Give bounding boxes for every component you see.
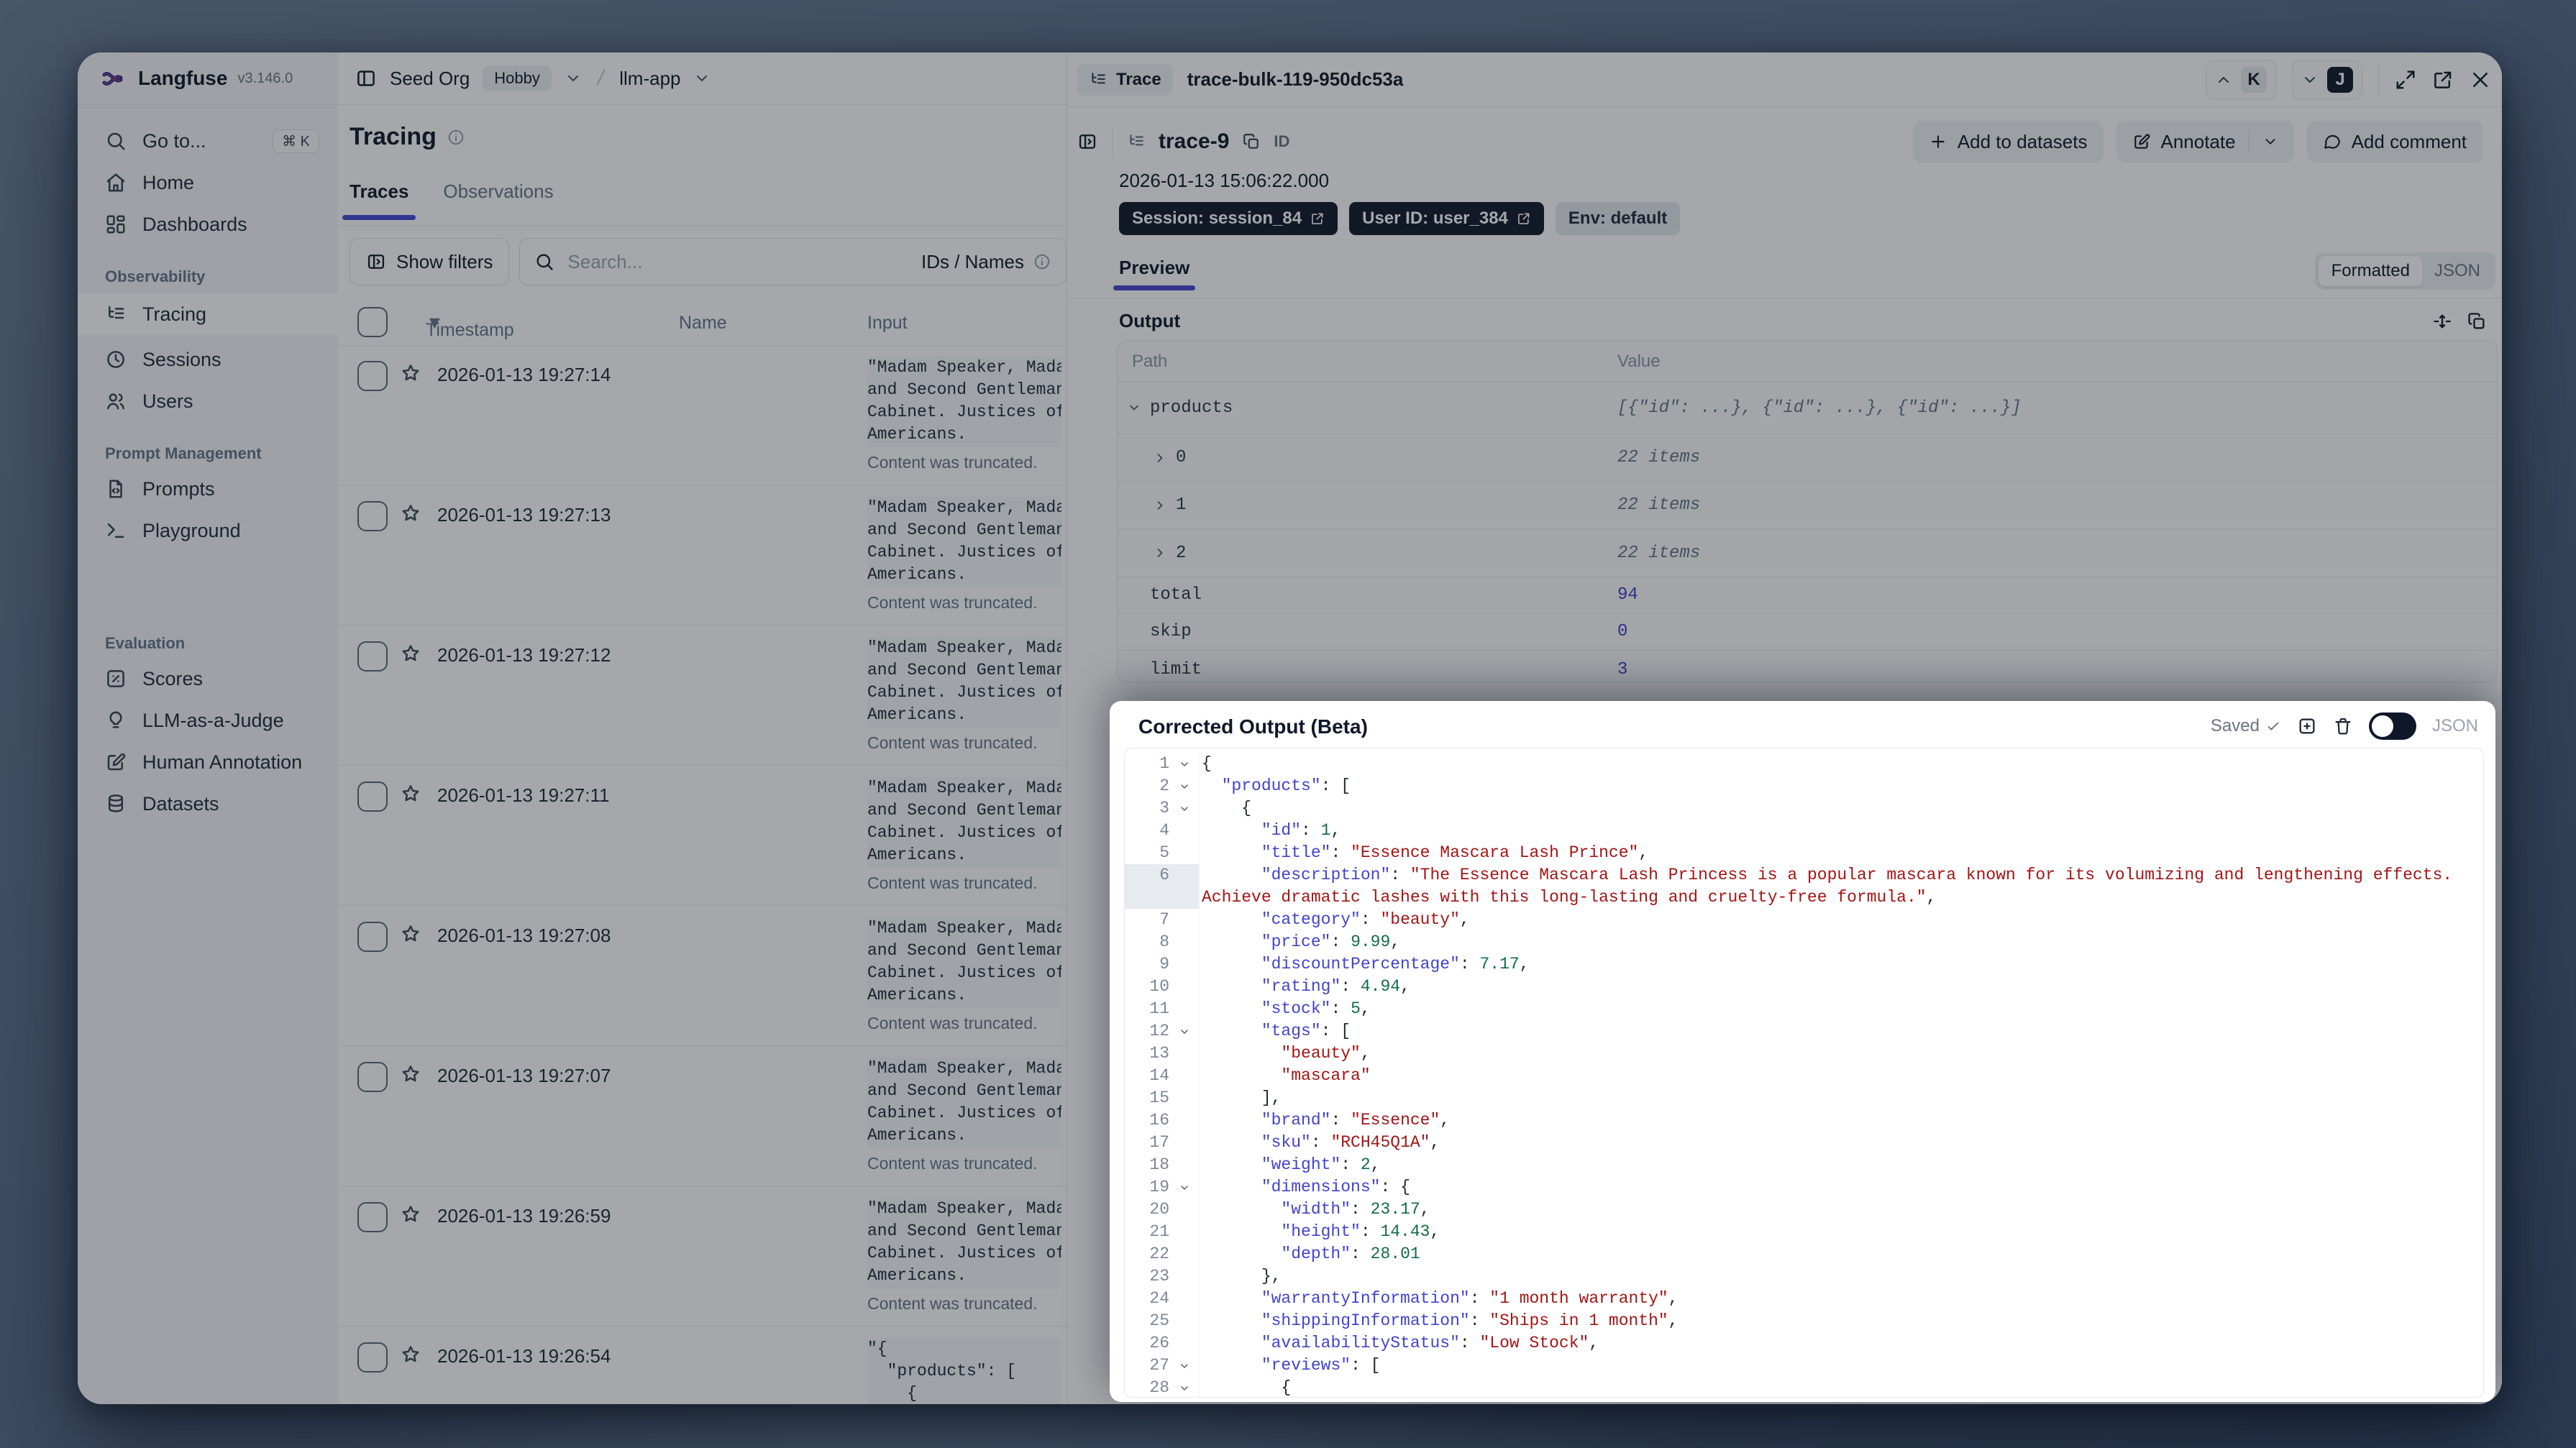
line-number: 4 <box>1159 821 1169 840</box>
chevron-down-icon <box>1179 1360 1190 1372</box>
editor-line: 11 "stock": 5, <box>1125 998 2483 1020</box>
editor-line: 6 "description": "The Essence Mascara La… <box>1125 864 2483 886</box>
editor-line: 25 "shippingInformation": "Ships in 1 mo… <box>1125 1310 2483 1332</box>
chevron-down-icon <box>1179 1182 1190 1193</box>
saved-status: Saved <box>2211 716 2281 736</box>
editor-line: 20 "width": 23.17, <box>1125 1199 2483 1221</box>
line-number: 15 <box>1149 1089 1169 1107</box>
line-number: 25 <box>1149 1311 1169 1330</box>
line-number: 27 <box>1149 1356 1169 1375</box>
editor-line: 8 "price": 9.99, <box>1125 931 2483 953</box>
editor-line: 13 "beauty", <box>1125 1043 2483 1065</box>
line-number: 13 <box>1149 1044 1169 1063</box>
line-number: 20 <box>1149 1200 1169 1219</box>
apply-correction-button[interactable] <box>2297 716 2317 736</box>
editor-line: 10 "rating": 4.94, <box>1125 976 2483 998</box>
editor-line: 21 "height": 14.43, <box>1125 1221 2483 1243</box>
line-number: 17 <box>1149 1133 1169 1152</box>
fold-chevron-icon[interactable] <box>1172 1383 1197 1394</box>
editor-line: 24 "warrantyInformation": "1 month warra… <box>1125 1288 2483 1310</box>
fold-chevron-icon[interactable] <box>1172 803 1197 815</box>
line-number: 6 <box>1159 866 1169 884</box>
fold-chevron-icon[interactable] <box>1172 1360 1197 1372</box>
chevron-down-icon <box>1179 1026 1190 1037</box>
editor-line: 26 "availabilityStatus": "Low Stock", <box>1125 1332 2483 1355</box>
editor-line: 22 "depth": 28.01 <box>1125 1243 2483 1265</box>
line-number: 26 <box>1149 1334 1169 1352</box>
editor-line: 19 "dimensions": { <box>1125 1176 2483 1199</box>
editor-line: 28 { <box>1125 1377 2483 1397</box>
chevron-down-icon <box>1179 803 1190 815</box>
line-number: 14 <box>1149 1066 1169 1085</box>
line-number: 1 <box>1159 754 1169 773</box>
line-number: 21 <box>1149 1222 1169 1241</box>
editor-line: 23 }, <box>1125 1265 2483 1288</box>
line-number: 18 <box>1149 1155 1169 1174</box>
line-number: 10 <box>1149 977 1169 996</box>
fold-chevron-icon[interactable] <box>1172 759 1197 770</box>
chevron-down-icon <box>1179 1383 1190 1394</box>
line-number: 3 <box>1159 799 1169 817</box>
editor-line: Achieve dramatic lashes with this long-l… <box>1125 886 2483 909</box>
fold-chevron-icon[interactable] <box>1172 781 1197 792</box>
line-number: 11 <box>1149 999 1169 1018</box>
line-number: 23 <box>1149 1267 1169 1286</box>
line-number: 5 <box>1159 843 1169 862</box>
editor-line: 27 "reviews": [ <box>1125 1355 2483 1377</box>
line-number: 12 <box>1149 1022 1169 1040</box>
editor-line: 3 { <box>1125 797 2483 820</box>
editor-line: 16 "brand": "Essence", <box>1125 1109 2483 1132</box>
line-number: 9 <box>1159 955 1169 973</box>
line-number: 7 <box>1159 910 1169 929</box>
editor-line: 12 "tags": [ <box>1125 1020 2483 1043</box>
line-number: 28 <box>1149 1378 1169 1397</box>
toggle-knob <box>2371 715 2393 737</box>
delete-correction-button[interactable] <box>2333 716 2353 736</box>
editor-line: 4 "id": 1, <box>1125 820 2483 842</box>
editor-line: 17 "sku": "RCH45Q1A", <box>1125 1132 2483 1154</box>
editor-line: 15 ], <box>1125 1087 2483 1109</box>
editor-line: 2 "products": [ <box>1125 775 2483 797</box>
chevron-down-icon <box>1179 759 1190 770</box>
line-number: 19 <box>1149 1178 1169 1196</box>
json-editor[interactable]: 1{2 "products": [3 {4 "id": 1, 5 "title":… <box>1124 748 2484 1398</box>
line-number: 22 <box>1149 1245 1169 1263</box>
editor-line: 9 "discountPercentage": 7.17, <box>1125 953 2483 976</box>
chevron-down-icon <box>1179 781 1190 792</box>
fold-chevron-icon[interactable] <box>1172 1182 1197 1193</box>
editor-line: 5 "title": "Essence Mascara Lash Prince"… <box>1125 842 2483 864</box>
line-number: 16 <box>1149 1111 1169 1129</box>
fold-chevron-icon[interactable] <box>1172 1026 1197 1037</box>
json-toggle-label: JSON <box>2431 716 2478 736</box>
app-window: Langfuse v3.146.0 Go to... ⌘ K Home Dashboa… <box>78 52 2502 1404</box>
json-toggle[interactable] <box>2368 712 2416 740</box>
editor-line: 18 "weight": 2, <box>1125 1154 2483 1176</box>
check-icon <box>2265 718 2281 734</box>
editor-line: 1{ <box>1125 753 2483 775</box>
line-number: 24 <box>1149 1289 1169 1308</box>
corrected-output-title: Corrected Output (Beta) <box>1138 715 1368 738</box>
line-number: 8 <box>1159 933 1169 951</box>
corrected-output-panel: Corrected Output (Beta) Saved JSON 1{2 "… <box>1110 701 2495 1402</box>
editor-line: 7 "category": "beauty", <box>1125 909 2483 931</box>
line-number: 2 <box>1159 776 1169 795</box>
editor-line: 14 "mascara" <box>1125 1065 2483 1087</box>
